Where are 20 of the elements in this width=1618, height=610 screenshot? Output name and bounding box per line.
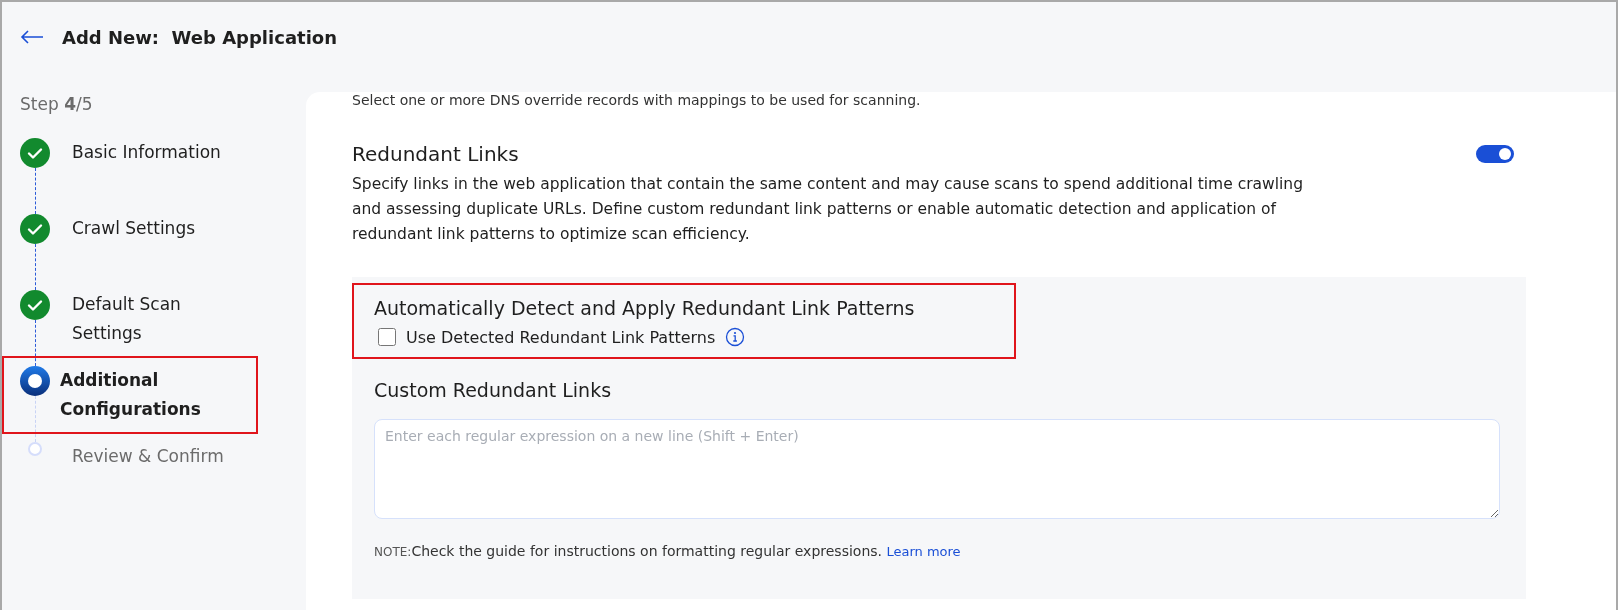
section-description: Specify links in the web application that contain the same content and may cause scans to spend additional time crawling and assessing duplicate URLs. Define custom redundant link patterns or enable automatic detection and application of redundant link patterns to optimize scan efficiency. [352,174,1305,245]
subsection-title: Automatically Detect and Apply Redundant Link Patterns [374,297,916,319]
toggle-switch[interactable] [1476,145,1514,163]
learn-more-link[interactable]: Learn more [886,544,961,559]
step-label[interactable]: Additional Configurations [4,358,256,432]
section-title: Redundant Links [352,142,519,166]
step-label[interactable]: Review & Confirm [66,442,248,471]
step-label[interactable]: Default Scan Settings [66,290,248,348]
section-description: Select one or more DNS override records with mappings to be used for scanning. [352,92,922,108]
step-label[interactable]: Basic Information [66,138,248,167]
checkbox[interactable] [378,328,396,346]
info-icon[interactable] [725,327,746,347]
back-arrow-icon[interactable] [20,30,44,44]
page-title: Add New: Web Application [62,26,337,48]
step-label[interactable]: Crawl Settings [66,214,248,243]
regex-input-field[interactable]: Enter each regular expression on a new line (Shift + Enter) [374,419,1500,519]
step-counter: Step 4/5 [20,94,94,114]
note-text: NOTE:Check the guide for instructions on formatting regular expressions. Learn more [374,543,962,559]
subsection-title: Custom Redundant Links [374,379,613,401]
checkbox-label[interactable]: Use Detected Redundant Link Patterns [406,327,716,347]
